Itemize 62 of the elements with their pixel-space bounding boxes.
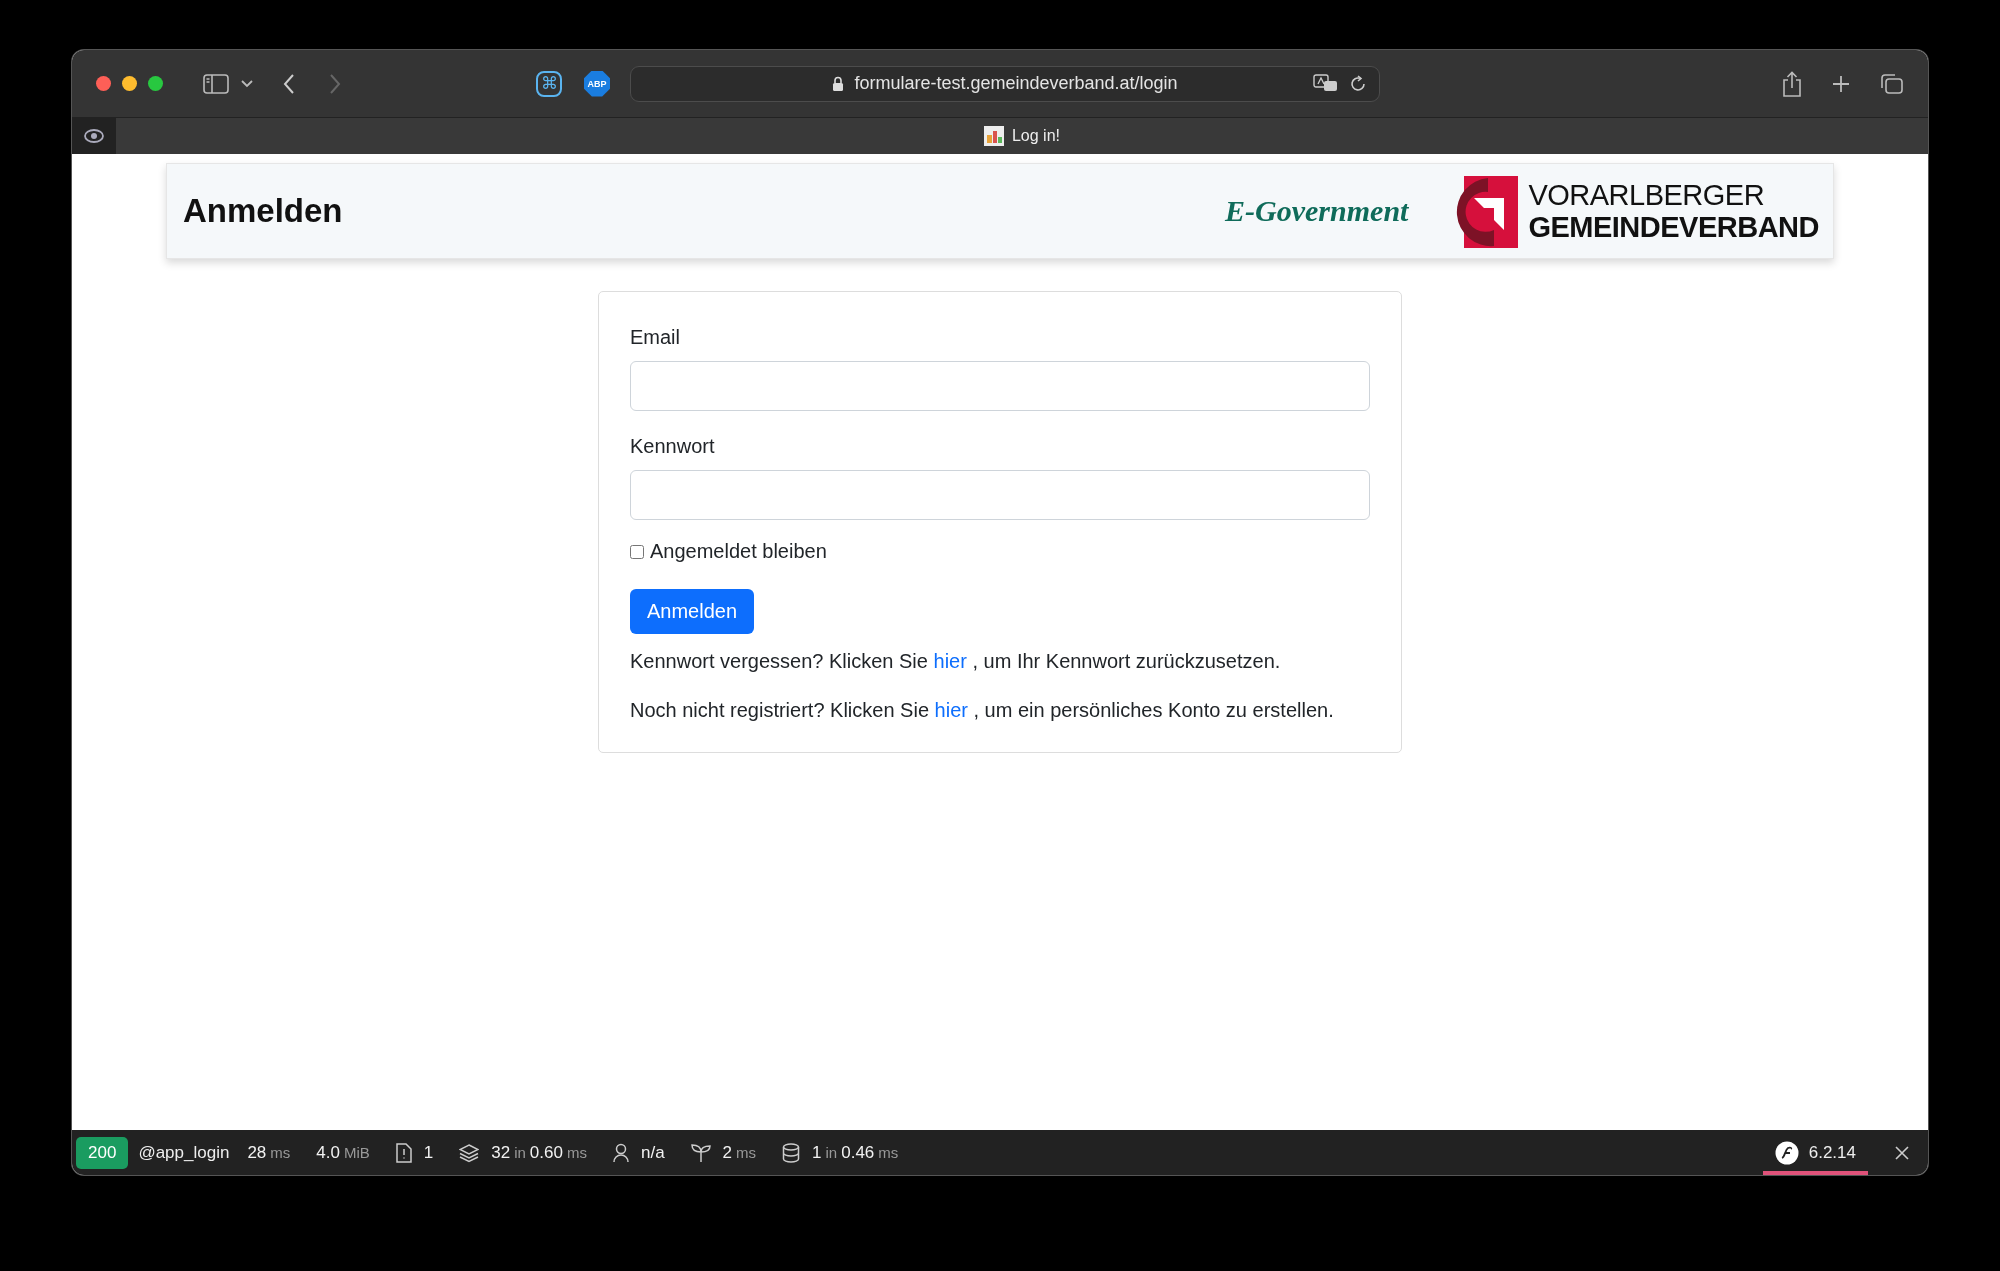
file-icon[interactable] (395, 1142, 412, 1163)
version-tab[interactable]: 6.2.14 (1762, 1130, 1868, 1175)
user-icon[interactable] (612, 1142, 629, 1163)
tabs-overview-icon[interactable] (1880, 72, 1904, 95)
route-name[interactable]: @app_login (138, 1142, 230, 1163)
page-title: Anmelden (183, 192, 344, 230)
sprout-icon[interactable] (690, 1142, 711, 1163)
metric-unit: ms (878, 1144, 899, 1161)
organization-name: VORARLBERGER (1528, 180, 1766, 210)
database-icon[interactable] (782, 1142, 801, 1163)
metric-value: 1 (423, 1142, 434, 1163)
field-label: Email (630, 326, 681, 349)
layers-icon[interactable] (459, 1142, 480, 1163)
link[interactable]: hier (933, 650, 967, 672)
command-extension-icon[interactable]: ⌘ (536, 70, 562, 97)
adblock-extension-icon[interactable]: ABP (584, 70, 610, 97)
zoom-window-button[interactable] (148, 76, 163, 91)
back-icon[interactable] (283, 73, 295, 94)
note-text: , um ein persönliches Konto zu erstellen. (973, 699, 1334, 721)
remember-checkbox[interactable] (630, 544, 644, 559)
share-icon[interactable] (1782, 70, 1802, 97)
metric-unit: ms (736, 1144, 757, 1161)
status-badge[interactable]: 200 (76, 1136, 129, 1169)
metric-unit: in (825, 1144, 838, 1161)
metric-value: n/a (640, 1142, 665, 1163)
note-text: Noch nicht registriert? Klicken Sie (630, 699, 929, 721)
input-field[interactable] (630, 470, 1370, 520)
metric-value: 2 (722, 1142, 733, 1163)
metric-unit: in (514, 1144, 526, 1161)
organization-name: GEMEINDEVERBAND (1528, 212, 1819, 242)
tagline: E-Government (1225, 194, 1409, 228)
favicon-icon (983, 126, 1004, 146)
login-button[interactable]: Anmelden (630, 589, 755, 634)
link[interactable]: hier (934, 699, 968, 721)
metric-unit: ms (270, 1144, 291, 1161)
metric-unit: ms (566, 1144, 587, 1161)
chevron-down-icon[interactable] (241, 79, 253, 88)
minimize-window-button[interactable] (122, 76, 137, 91)
address-bar[interactable]: formulare-test.gemeindeverband.at/login (630, 65, 1380, 102)
url-text: formulare-test.gemeindeverband.at/login (854, 73, 1178, 94)
browser-tab[interactable]: Log in! (116, 118, 1928, 154)
metric-value: 0.60 (529, 1142, 563, 1163)
field-label: Kennwort (630, 435, 716, 458)
new-tab-icon[interactable] (1832, 74, 1850, 93)
sidebar-icon[interactable] (203, 73, 229, 94)
input-field[interactable] (630, 361, 1370, 411)
metric-value: 28 (247, 1142, 267, 1163)
translate-icon[interactable] (1313, 73, 1339, 94)
close-icon[interactable] (1894, 1144, 1910, 1161)
metric-value: 0.46 (841, 1142, 875, 1163)
logo-icon (1774, 1140, 1799, 1165)
metric-unit: MiB (343, 1144, 370, 1161)
eye-icon[interactable] (83, 126, 105, 146)
metric-value: 32 (491, 1142, 511, 1163)
note-text: , um Ihr Kennwort zurückzusetzen. (972, 650, 1281, 672)
metric-value: 1 (812, 1142, 822, 1163)
reload-icon[interactable] (1349, 74, 1367, 93)
lock-icon (832, 75, 845, 92)
close-window-button[interactable] (96, 76, 111, 91)
note-text: Kennwort vergessen? Klicken Sie (630, 650, 928, 672)
checkbox-label: Angemeldet bleiben (650, 540, 827, 563)
metric-value: 4.0 (316, 1142, 340, 1163)
